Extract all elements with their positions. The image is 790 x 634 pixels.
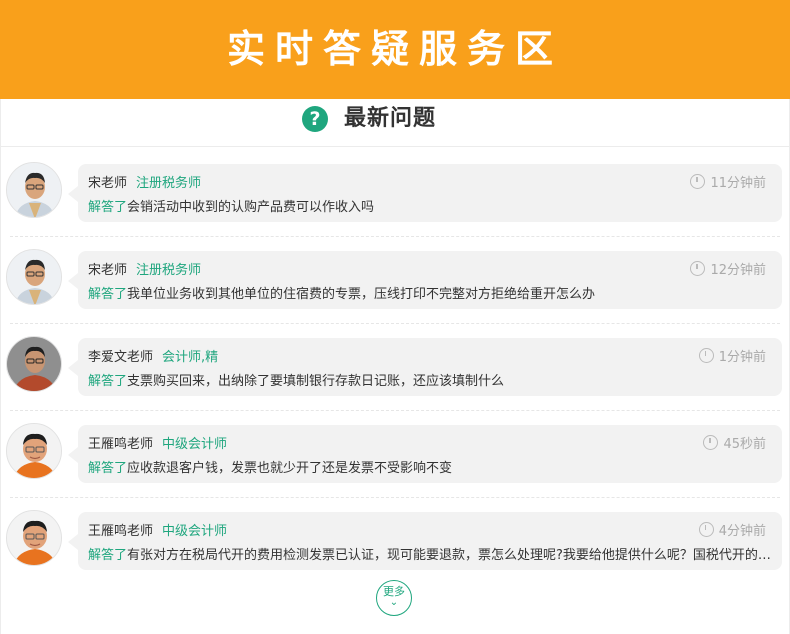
timestamp: 11分钟前: [690, 172, 766, 191]
timestamp: 12分钟前: [690, 259, 766, 278]
more-button[interactable]: 更多 ⌄: [376, 580, 412, 616]
teacher-name[interactable]: 宋老师: [88, 259, 127, 278]
clock-icon: [703, 435, 719, 450]
teacher-qualification: 会计师,精: [162, 350, 219, 365]
teacher-qualification: 中级会计师: [162, 437, 228, 452]
avatar: [6, 336, 62, 392]
question-icon: ?: [302, 106, 328, 132]
divider: [0, 146, 790, 147]
question-row[interactable]: 宋老师 注册税务师 12分钟前 解答了我单位业务收到其他单位的住宿费的专票，压线…: [0, 247, 790, 333]
question-bubble[interactable]: 宋老师 注册税务师 11分钟前 解答了会销活动中收到的认购产品费可以作收入吗: [68, 164, 782, 222]
question-bubble[interactable]: 王雁鸣老师 中级会计师 4分钟前 解答了有张对方在税局代开的费用检测发票已认证，…: [68, 512, 782, 570]
question-text[interactable]: 支票购买回来，出纳除了要填制银行存款日记账，还应该填制什么: [127, 374, 504, 389]
answered-label: 解答了: [88, 548, 128, 563]
question-row[interactable]: 王雁鸣老师 中级会计师 45秒前 解答了应收款退客户钱，发票也就少开了还是发票不…: [0, 421, 790, 507]
answer-text[interactable]: 解答了会销活动中收到的认购产品费可以作收入吗: [88, 196, 772, 215]
avatar: [6, 423, 62, 479]
answered-label: 解答了: [88, 200, 128, 215]
teacher-name[interactable]: 王雁鸣老师: [88, 433, 153, 452]
teacher-name[interactable]: 宋老师: [88, 172, 127, 191]
question-text[interactable]: 我单位业务收到其他单位的住宿费的专票，压线打印不完整对方拒绝给重开怎么办: [127, 287, 595, 302]
answer-text[interactable]: 解答了应收款退客户钱，发票也就少开了还是发票不受影响不变: [88, 457, 772, 476]
teacher-name[interactable]: 李爱文老师: [88, 346, 153, 365]
answered-label: 解答了: [88, 461, 128, 476]
question-bubble[interactable]: 李爱文老师 会计师,精 1分钟前 解答了支票购买回来，出纳除了要填制银行存款日记…: [68, 338, 782, 396]
clock-icon: [698, 348, 714, 363]
avatar: [6, 249, 62, 305]
header-banner: 实时答疑服务区: [0, 0, 790, 99]
teacher-qualification: 注册税务师: [136, 263, 202, 278]
question-text[interactable]: 应收款退客户钱，发票也就少开了还是发票不受影响不变: [127, 461, 452, 476]
answer-text[interactable]: 解答了我单位业务收到其他单位的住宿费的专票，压线打印不完整对方拒绝给重开怎么办: [88, 283, 772, 302]
clock-icon: [690, 174, 706, 189]
clock-icon: [690, 261, 706, 276]
clock-icon: [698, 522, 714, 537]
question-text[interactable]: 会销活动中收到的认购产品费可以作收入吗: [127, 200, 374, 215]
row-divider: [10, 236, 780, 237]
question-text[interactable]: 有张对方在税局代开的费用检测发票已认证，现可能要退款，票怎么处理呢?我要给他提供…: [127, 548, 772, 563]
answer-text[interactable]: 解答了支票购买回来，出纳除了要填制银行存款日记账，还应该填制什么: [88, 370, 772, 389]
question-bubble[interactable]: 宋老师 注册税务师 12分钟前 解答了我单位业务收到其他单位的住宿费的专票，压线…: [68, 251, 782, 309]
question-row[interactable]: 宋老师 注册税务师 11分钟前 解答了会销活动中收到的认购产品费可以作收入吗: [0, 160, 790, 246]
section-title: 最新问题: [344, 106, 437, 131]
row-divider: [10, 410, 780, 411]
question-row[interactable]: 李爱文老师 会计师,精 1分钟前 解答了支票购买回来，出纳除了要填制银行存款日记…: [0, 334, 790, 420]
avatar: [6, 510, 62, 566]
chevron-down-icon: ⌄: [389, 597, 399, 608]
teacher-name[interactable]: 王雁鸣老师: [88, 520, 153, 539]
answered-label: 解答了: [88, 374, 128, 389]
avatar: [6, 162, 62, 218]
question-bubble[interactable]: 王雁鸣老师 中级会计师 45秒前 解答了应收款退客户钱，发票也就少开了还是发票不…: [68, 425, 782, 483]
teacher-qualification: 注册税务师: [136, 176, 202, 191]
banner-title: 实时答疑服务区: [226, 27, 563, 71]
row-divider: [10, 497, 780, 498]
teacher-qualification: 中级会计师: [162, 524, 228, 539]
answer-text[interactable]: 解答了有张对方在税局代开的费用检测发票已认证，现可能要退款，票怎么处理呢?我要给…: [88, 544, 772, 563]
answered-label: 解答了: [88, 287, 128, 302]
timestamp: 1分钟前: [698, 346, 766, 365]
timestamp: 45秒前: [703, 433, 766, 452]
row-divider: [10, 323, 780, 324]
timestamp: 4分钟前: [698, 520, 766, 539]
